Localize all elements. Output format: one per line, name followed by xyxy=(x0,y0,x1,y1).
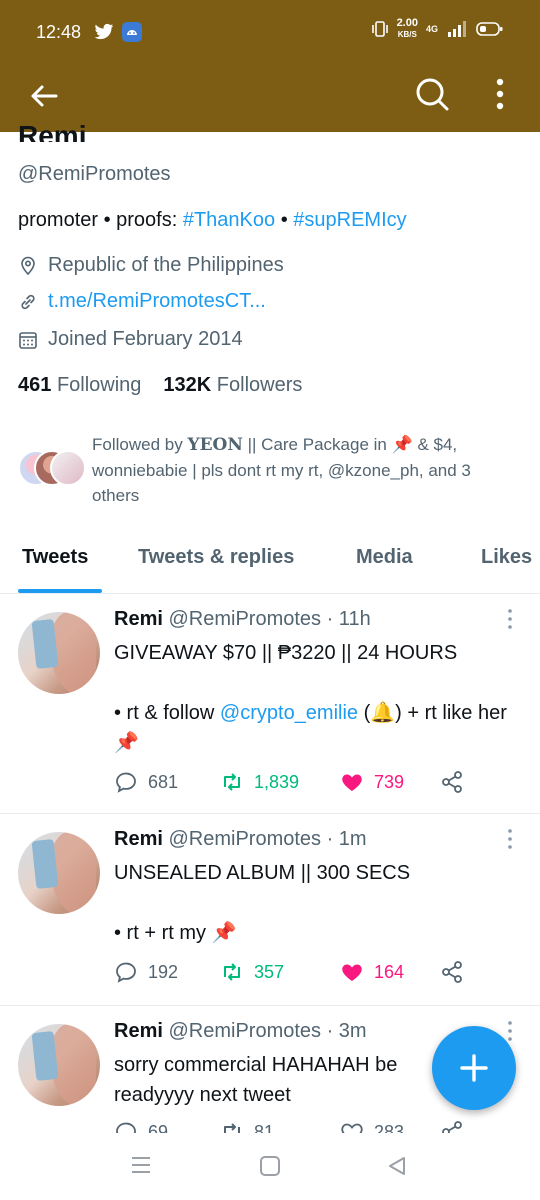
location-pin-icon xyxy=(21,256,35,275)
tweet[interactable]: Remi @RemiPromotes · 1m UNSEALED ALBUM |… xyxy=(0,814,540,1006)
profile-location: Republic of the Philippines xyxy=(18,254,284,277)
reply-button[interactable]: 192 xyxy=(114,960,220,984)
hashtag-link[interactable]: #supREMIcy xyxy=(293,209,406,231)
profile-bio: promoter • proofs: #ThanKoo • #supREMIcy xyxy=(18,209,407,231)
tweet-actions: 192 357 164 xyxy=(114,960,464,984)
followed-by-text: Followed by YEON || Care Package in 📌 & … xyxy=(92,435,471,505)
reply-icon xyxy=(116,962,136,983)
profile-joined: Joined February 2014 xyxy=(18,328,243,351)
follow-counts: 461 Following 132K Followers xyxy=(18,374,302,397)
retweet-button[interactable]: 1,839 xyxy=(220,770,340,794)
system-nav-bar xyxy=(0,1133,540,1200)
share-button[interactable] xyxy=(440,960,464,984)
tweet-menu-icon[interactable] xyxy=(504,608,516,630)
share-button[interactable] xyxy=(440,1120,464,1133)
network-type: 4G xyxy=(425,24,438,34)
avatar[interactable] xyxy=(18,1024,100,1106)
link-icon xyxy=(21,294,35,309)
active-tab-indicator xyxy=(18,589,102,593)
heart-filled-icon xyxy=(342,964,362,981)
search-icon[interactable] xyxy=(412,74,452,114)
tweet-menu-icon[interactable] xyxy=(504,1020,516,1042)
tweet-header: Remi @RemiPromotes · 3m xyxy=(114,1020,367,1042)
heart-outline-icon xyxy=(341,1123,363,1133)
avatar[interactable] xyxy=(18,612,100,694)
share-icon xyxy=(442,961,462,983)
plus-icon xyxy=(460,1054,488,1082)
tweet-header: Remi @RemiPromotes · 11h xyxy=(114,608,371,630)
like-button[interactable]: 164 xyxy=(340,960,440,984)
back-nav-icon[interactable] xyxy=(386,1155,408,1177)
hashtag-link[interactable]: #ThanKoo xyxy=(183,209,275,231)
tweet-actions: 681 1,839 739 xyxy=(114,770,464,794)
profile-link-row: t.me/RemiPromotesCT... xyxy=(18,290,266,313)
tab-tweets-replies[interactable]: Tweets & replies xyxy=(138,546,294,569)
home-icon[interactable] xyxy=(259,1155,281,1177)
tab-media[interactable]: Media xyxy=(356,546,413,569)
battery-icon xyxy=(476,22,503,36)
tab-likes[interactable]: Likes xyxy=(481,546,532,569)
retweet-icon xyxy=(224,1123,240,1133)
compose-tweet-button[interactable] xyxy=(432,1026,516,1110)
retweet-button[interactable]: 81 xyxy=(220,1120,340,1133)
status-time: 12:48 xyxy=(36,22,82,42)
mention-link[interactable]: @crypto_emilie xyxy=(220,702,358,724)
retweet-button[interactable]: 357 xyxy=(220,960,340,984)
tweet[interactable]: Remi @RemiPromotes · 11h GIVEAWAY $70 ||… xyxy=(0,594,540,814)
follower-avatars xyxy=(18,450,88,490)
tweet-text: UNSEALED ALBUM || 300 SECS • rt + rt my … xyxy=(114,862,411,944)
reply-button[interactable]: 69 xyxy=(114,1120,220,1133)
twitter-notification-icon xyxy=(94,23,114,40)
heart-filled-icon xyxy=(342,774,362,791)
followers-link[interactable]: 132K Followers xyxy=(163,374,302,397)
following-link[interactable]: 461 Following xyxy=(18,374,141,397)
tweet-header: Remi @RemiPromotes · 1m xyxy=(114,828,367,850)
status-bar: 12:48 2.00 KB/S 4G xyxy=(0,0,540,64)
signal-icon xyxy=(448,21,466,37)
recent-apps-icon[interactable] xyxy=(130,1155,152,1175)
tweet-text: GIVEAWAY $70 || ₱3220 || 24 HOURS • rt &… xyxy=(114,642,507,754)
followed-by-section[interactable]: Followed by YEON || Care Package in 📌 & … xyxy=(18,432,528,512)
share-icon xyxy=(442,771,462,793)
like-button[interactable]: 283 xyxy=(340,1120,440,1133)
network-speed: 2.00 KB/S xyxy=(396,17,418,40)
avatar[interactable] xyxy=(18,832,100,914)
reply-icon xyxy=(116,1122,136,1133)
tab-tweets[interactable]: Tweets xyxy=(22,546,88,569)
reply-button[interactable]: 681 xyxy=(114,770,220,794)
share-button[interactable] xyxy=(440,770,464,794)
like-button[interactable]: 739 xyxy=(340,770,440,794)
share-icon xyxy=(442,1121,462,1133)
tweet-actions: 69 81 283 xyxy=(114,1120,464,1133)
calendar-icon xyxy=(19,331,37,349)
reply-icon xyxy=(116,772,136,793)
profile-handle: @RemiPromotes xyxy=(18,163,171,185)
profile-link[interactable]: t.me/RemiPromotesCT... xyxy=(48,290,266,313)
android-notification-icon xyxy=(122,22,142,42)
more-options-icon[interactable] xyxy=(488,76,512,112)
vibrate-icon xyxy=(371,21,388,37)
tweet-menu-icon[interactable] xyxy=(504,828,516,850)
avatar xyxy=(50,450,86,486)
retweet-icon xyxy=(224,963,240,981)
profile-tabs: Tweets Tweets & replies Media Likes xyxy=(0,528,540,594)
profile-name: Remi xyxy=(18,120,87,142)
retweet-icon xyxy=(224,773,240,791)
back-arrow-icon[interactable] xyxy=(26,78,62,114)
